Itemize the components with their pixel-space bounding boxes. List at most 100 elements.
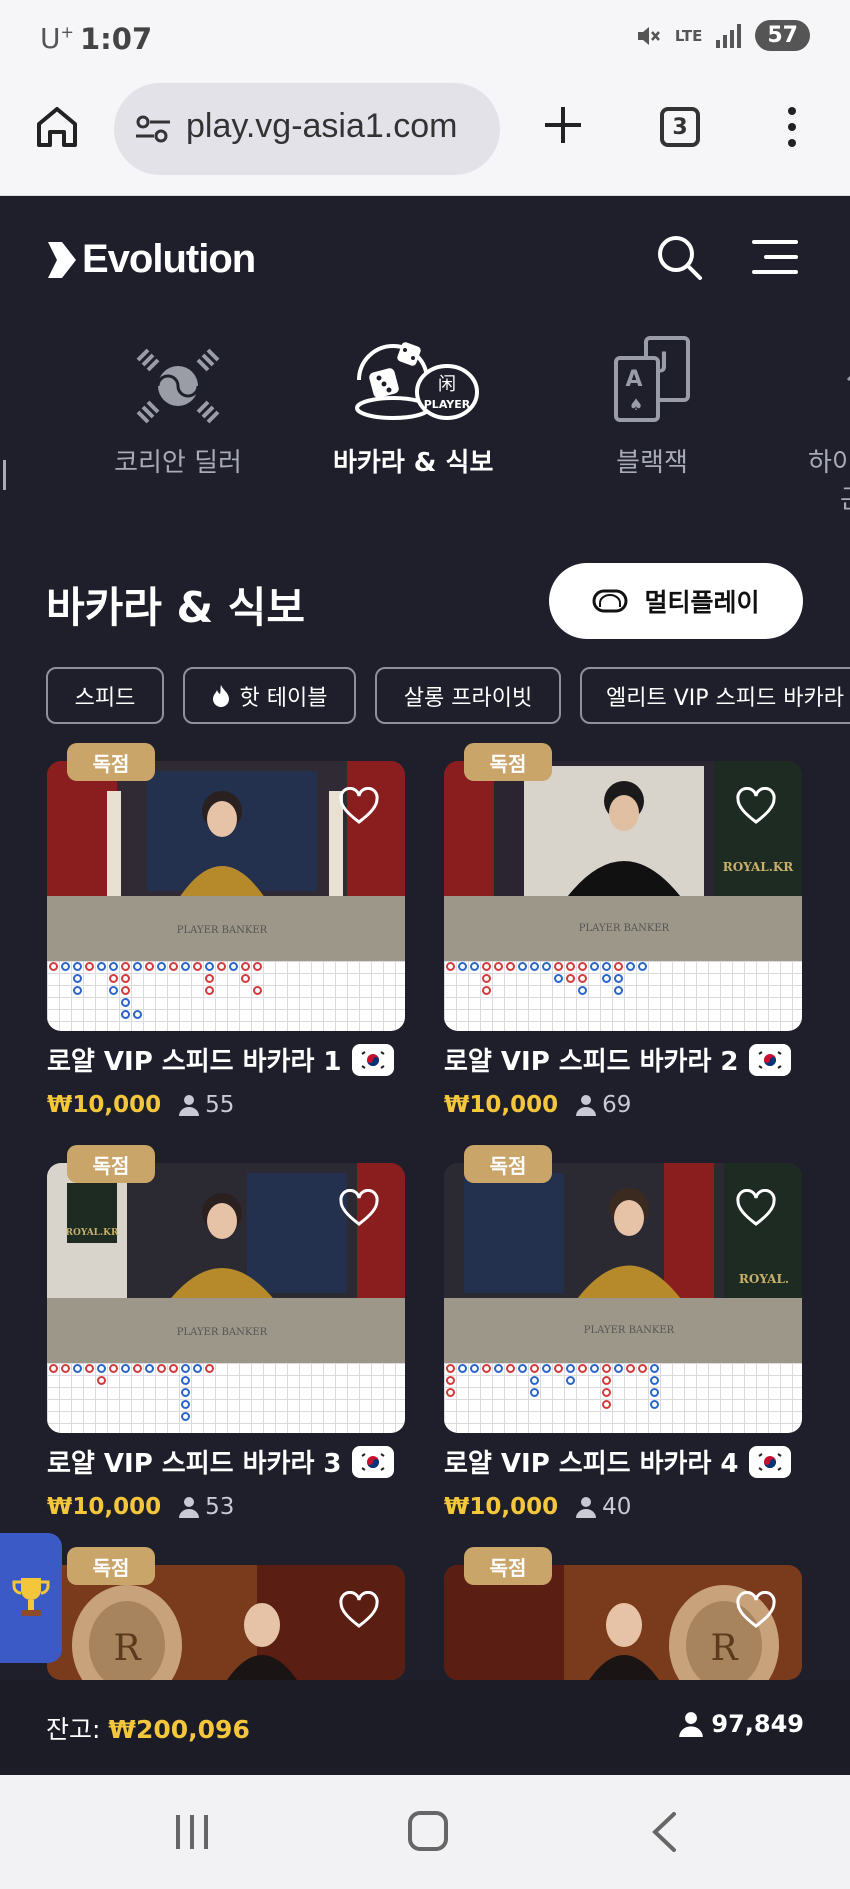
more-options-icon[interactable] (782, 104, 802, 150)
svg-text:PLAYER BANKER: PLAYER BANKER (584, 1325, 675, 1336)
exclusive-badge: 독점 (67, 743, 155, 781)
game-card[interactable]: 독점 ROYAL.KR PLAYER BANKER 로얄 VIP 스피드 바카라… (47, 1145, 405, 1520)
multiplay-button[interactable]: 멀티플레이 (549, 563, 803, 639)
category-label: 코리안 딜러 (114, 448, 242, 478)
system-navigation-bar (0, 1775, 850, 1889)
game-icon (846, 375, 850, 382)
balance-amount: ₩200,096 (108, 1715, 250, 1744)
chip-label: 스피드 (74, 685, 136, 711)
tab-switcher-button[interactable]: 3 (660, 107, 700, 147)
exclusive-badge: 독점 (464, 743, 552, 781)
exclusive-badge: 독점 (464, 1145, 552, 1183)
game-thumbnail[interactable]: ROYAL.KR PLAYER BANKER (444, 761, 802, 1031)
bead-road (47, 1363, 405, 1433)
chip-speed[interactable]: 스피드 (46, 667, 164, 724)
new-tab-icon[interactable] (540, 102, 586, 148)
user-icon (576, 1095, 597, 1116)
category-label: 바카라 & 식보 (333, 448, 494, 478)
chip-salon-prive[interactable]: 살롱 프라이빗 (375, 667, 561, 724)
search-icon[interactable] (655, 233, 703, 281)
chip-hot-tables[interactable]: 핫 테이블 (183, 667, 356, 724)
site-settings-icon[interactable] (134, 113, 172, 145)
korea-flag-icon (351, 1043, 394, 1076)
chip-label: 엘리트 VIP 스피드 바카라 (606, 685, 844, 711)
chip-label: 핫 테이블 (239, 685, 328, 711)
exclusive-badge: 독점 (67, 1145, 155, 1183)
svg-text:PLAYER: PLAYER (424, 398, 471, 411)
chip-elite-vip[interactable]: 엘리트 VIP 스피드 바카라 (580, 667, 850, 724)
svg-text:ROYAL.KR: ROYAL.KR (723, 860, 795, 874)
game-name: 로얄 VIP 스피드 바카라 1 (47, 1047, 342, 1077)
evolution-logo[interactable]: Evolution (46, 237, 256, 282)
favorite-heart-icon[interactable] (339, 1591, 379, 1629)
carrier: U+ (40, 22, 74, 55)
game-thumbnail[interactable]: PLAYER BANKER (47, 761, 405, 1031)
game-name-row: 로얄 VIP 스피드 바카라 3 (47, 1443, 405, 1480)
game-meta: ₩10,000 55 (47, 1092, 405, 1118)
favorite-heart-icon[interactable] (339, 787, 379, 825)
game-card[interactable]: 독점 R (47, 1547, 405, 1680)
bead-road (444, 1363, 802, 1433)
recent-apps-icon[interactable] (172, 1813, 212, 1851)
status-bar: U+ 1:07 LTE 57 (0, 0, 850, 78)
game-name-row: 로얄 VIP 스피드 바카라 1 (47, 1041, 405, 1078)
favorite-heart-icon[interactable] (736, 1189, 776, 1227)
game-name-row: 로얄 VIP 스피드 바카라 2 (444, 1041, 802, 1078)
clock: 1:07 (80, 22, 153, 56)
game-name: 로얄 VIP 스피드 바카라 4 (444, 1449, 739, 1479)
balance-label: 잔고: (46, 1715, 101, 1744)
mute-icon (637, 26, 660, 45)
category-label: 하이 (808, 448, 850, 478)
svg-text:ROYAL.: ROYAL. (739, 1272, 789, 1286)
min-bet: ₩10,000 (444, 1092, 559, 1118)
svg-text:R: R (113, 1628, 141, 1669)
brand-name: Evolution (82, 237, 256, 281)
category-korean-dealer[interactable]: 코리안 딜러 (108, 320, 248, 479)
player-count-value: 55 (205, 1092, 235, 1118)
category-partial-left[interactable] (0, 460, 6, 490)
browser-toolbar: play.vg-asia1.com 3 (0, 78, 850, 196)
balance-footer: 잔고: ₩200,096 97,849 (0, 1680, 850, 1775)
category-nav: 코리안 딜러 闲 PLAYER 바카라 & 식보 J A ♠ 블랙잭 하이 (0, 320, 850, 540)
category-partial-right[interactable]: 하이 곤 (808, 320, 850, 516)
user-icon (679, 1712, 704, 1737)
game-card[interactable]: 독점 PLAYER BANKER 로얄 VIP 스피드 바카라 1 ₩10,00… (47, 743, 405, 1118)
multiplay-icon (592, 589, 628, 613)
favorite-heart-icon[interactable] (339, 1189, 379, 1227)
game-thumbnail[interactable]: ROYAL. PLAYER BANKER (444, 1163, 802, 1433)
game-thumbnail[interactable]: ROYAL.KR PLAYER BANKER (47, 1163, 405, 1433)
balance: 잔고: ₩200,096 (46, 1710, 250, 1746)
category-blackjack[interactable]: J A ♠ 블랙잭 (582, 320, 722, 479)
favorite-heart-icon[interactable] (736, 1591, 776, 1629)
game-meta: ₩10,000 40 (444, 1494, 802, 1520)
game-card[interactable]: 독점 R (444, 1547, 802, 1680)
game-meta: ₩10,000 69 (444, 1092, 802, 1118)
trophy-tab[interactable] (0, 1533, 62, 1663)
status-icons: LTE 57 (635, 20, 810, 51)
player-count: 40 (576, 1494, 631, 1520)
game-name: 로얄 VIP 스피드 바카라 3 (47, 1449, 342, 1479)
home-button[interactable] (408, 1811, 448, 1851)
favorite-heart-icon[interactable] (736, 787, 776, 825)
trophy-icon (12, 1578, 50, 1616)
svg-text:A: A (625, 367, 642, 392)
exclusive-badge: 독점 (464, 1547, 552, 1585)
address-bar[interactable]: play.vg-asia1.com (114, 83, 500, 175)
game-meta: ₩10,000 53 (47, 1494, 405, 1520)
logo-mark-icon (48, 241, 76, 278)
game-card[interactable]: 독점 ROYAL.KR PLAYER BANKER 로얄 VIP 스피드 바카라… (444, 743, 802, 1118)
player-count: 69 (576, 1092, 631, 1118)
online-count: 97,849 (711, 1710, 804, 1738)
playing-cards-icon: J A ♠ (614, 336, 690, 422)
url-text: play.vg-asia1.com (186, 107, 458, 145)
app-header: Evolution (0, 197, 850, 317)
player-count-value: 69 (602, 1092, 632, 1118)
category-baccarat-sicbo[interactable]: 闲 PLAYER 바카라 & 식보 (333, 320, 493, 479)
game-card[interactable]: 독점 ROYAL. PLAYER BANKER 로얄 VIP 스피드 바카라 4… (444, 1145, 802, 1520)
page: U+ 1:07 LTE 57 play.vg-asia1.com 3 Evolu… (0, 0, 850, 1889)
chip-label: 살롱 프라이빗 (403, 685, 533, 711)
category-sublabel: 곤 (840, 479, 850, 516)
hamburger-menu-icon[interactable] (752, 237, 798, 277)
browser-home-icon[interactable] (34, 104, 80, 150)
back-icon[interactable] (650, 1811, 680, 1853)
